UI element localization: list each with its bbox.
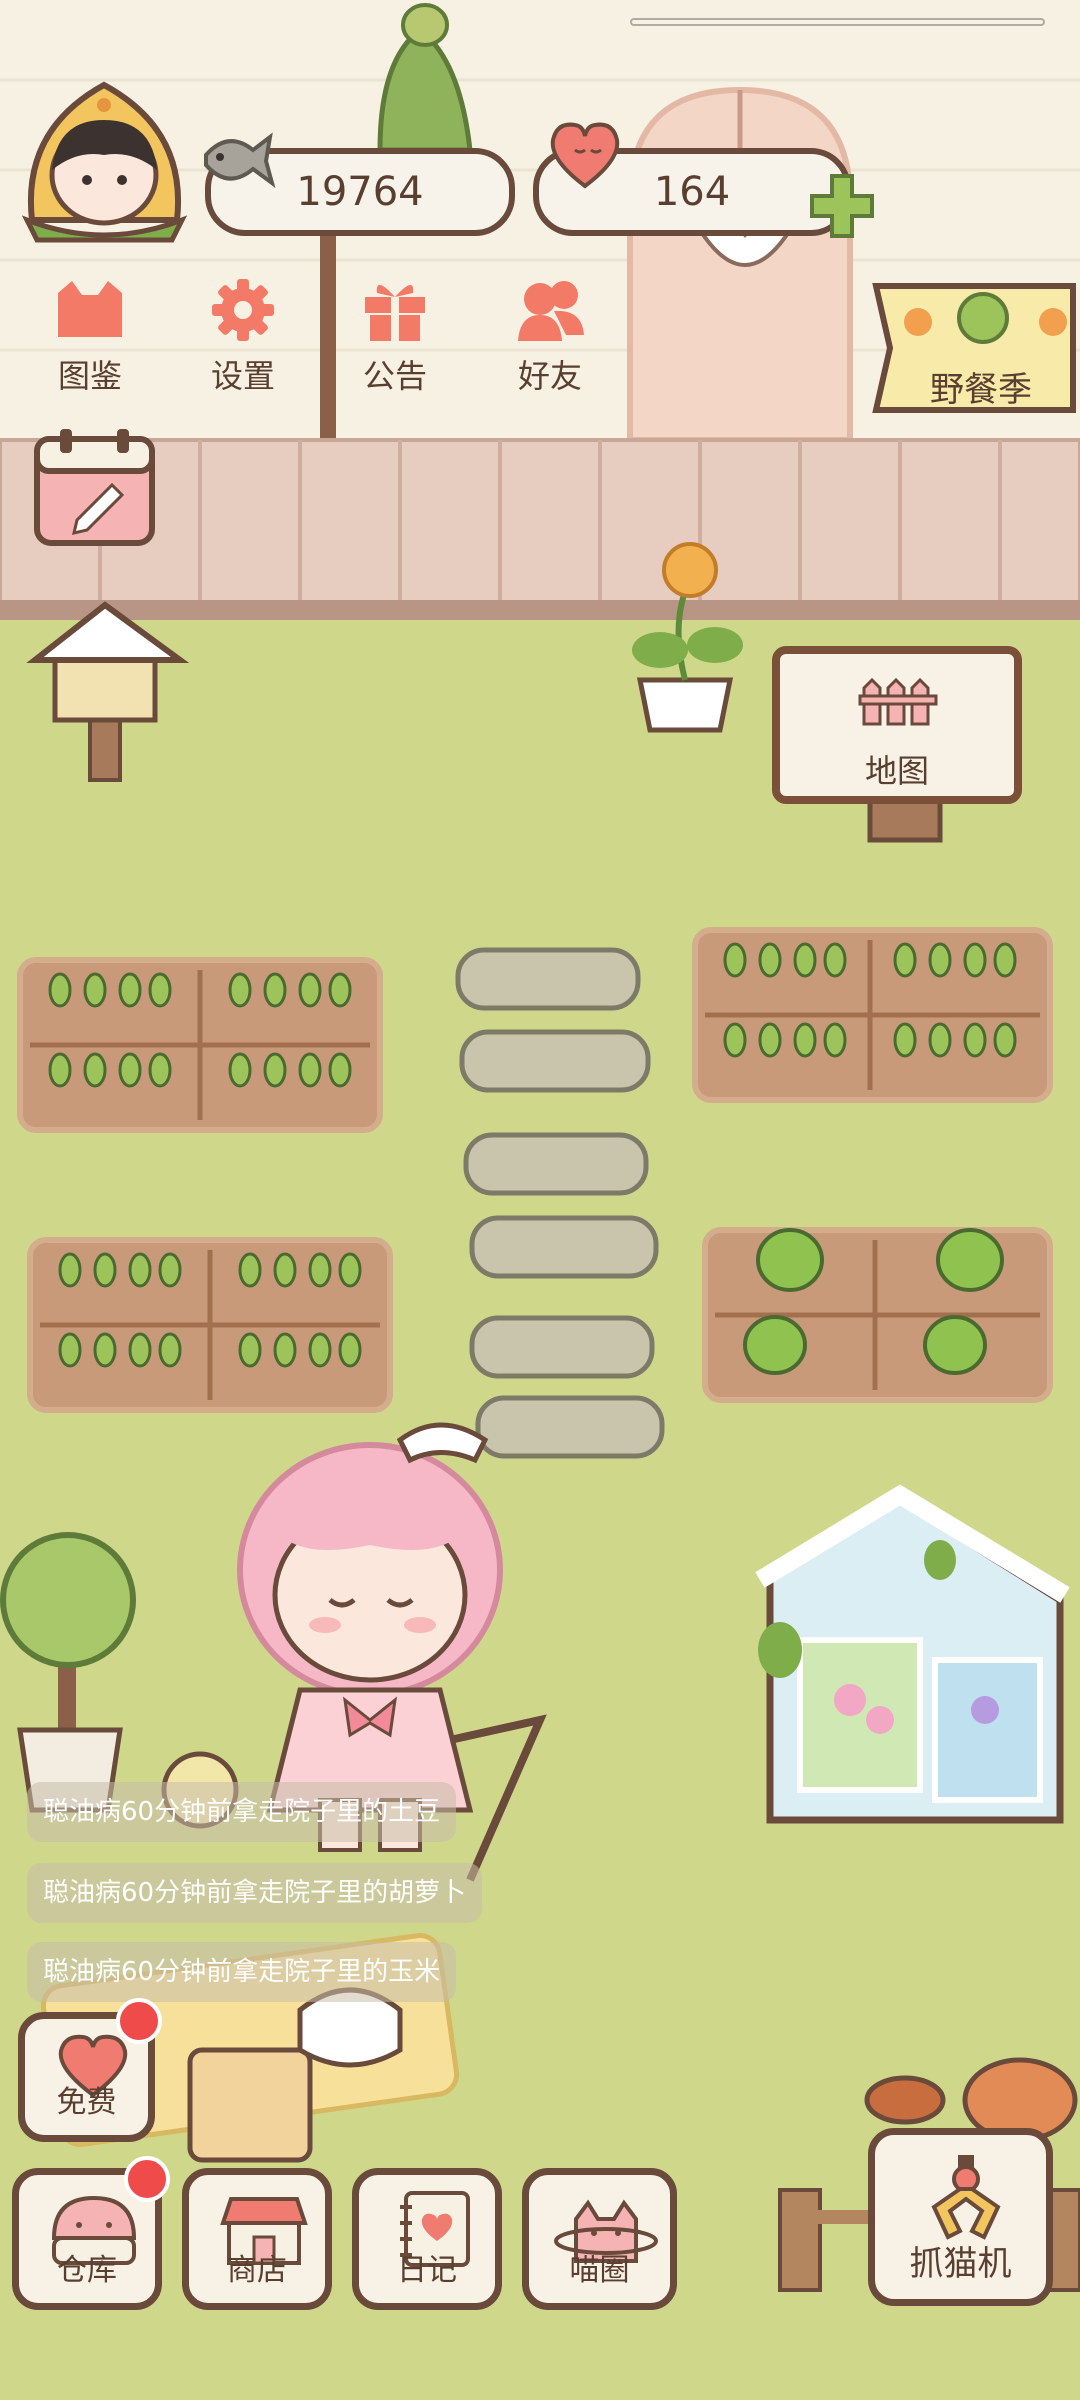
heart-icon: [545, 120, 625, 192]
friends-icon: [510, 275, 590, 345]
menu-friends-button[interactable]: 好友: [485, 275, 615, 405]
feed-message: 聪油病60分钟前拿走院子里的胡萝卜: [27, 1863, 483, 1923]
heart-currency-value: 164: [653, 169, 731, 215]
feed-message: 聪油病60分钟前拿走院子里的玉米: [27, 1942, 457, 2002]
fence-icon: [858, 676, 938, 726]
menu-settings-label: 设置: [210, 357, 275, 395]
nav-cat-circle-button[interactable]: 喵圈: [522, 2168, 677, 2310]
picnic-season-banner[interactable]: 野餐季: [868, 282, 1078, 414]
nav-shop-label: 商店: [227, 2253, 287, 2288]
free-label: 免费: [56, 2085, 117, 2120]
nav-diary-button[interactable]: 日记: [352, 2168, 502, 2310]
nav-shop-button[interactable]: 商店: [182, 2168, 332, 2310]
map-sign-button[interactable]: 地图: [772, 646, 1022, 804]
cat-face-icon: [50, 275, 130, 345]
gift-icon: [355, 275, 435, 345]
status-bar-handle: [630, 18, 1045, 26]
menu-catalog-label: 图鉴: [57, 357, 122, 395]
player-avatar[interactable]: [12, 70, 197, 245]
menu-friends-label: 好友: [517, 357, 582, 395]
menu-catalog-button[interactable]: 图鉴: [25, 275, 155, 405]
feed-message: 聪油病60分钟前拿走院子里的土豆: [27, 1782, 457, 1842]
claw-machine-label: 抓猫机: [909, 2244, 1012, 2284]
nav-warehouse-label: 仓库: [57, 2253, 117, 2288]
nav-diary-label: 日记: [397, 2253, 457, 2288]
nav-cat-circle-label: 喵圈: [569, 2253, 630, 2288]
claw-machine-button[interactable]: 抓猫机: [868, 2128, 1053, 2306]
avatar-portrait: [21, 81, 188, 243]
menu-settings-button[interactable]: 设置: [178, 275, 308, 405]
fish-icon: [198, 125, 278, 195]
warehouse-notification-badge: [124, 2156, 170, 2202]
menu-announcement-label: 公告: [362, 357, 427, 395]
free-notification-badge: [116, 1998, 162, 2044]
picnic-season-label: 野餐季: [930, 370, 1032, 410]
menu-announcement-button[interactable]: 公告: [330, 275, 460, 405]
fish-currency-value: 19764: [296, 169, 424, 215]
calendar-edit-button[interactable]: [32, 425, 157, 547]
claw-icon: [920, 2155, 1012, 2245]
add-hearts-plus-icon[interactable]: [808, 172, 876, 240]
map-label: 地图: [864, 752, 929, 790]
gear-icon: [203, 275, 283, 345]
